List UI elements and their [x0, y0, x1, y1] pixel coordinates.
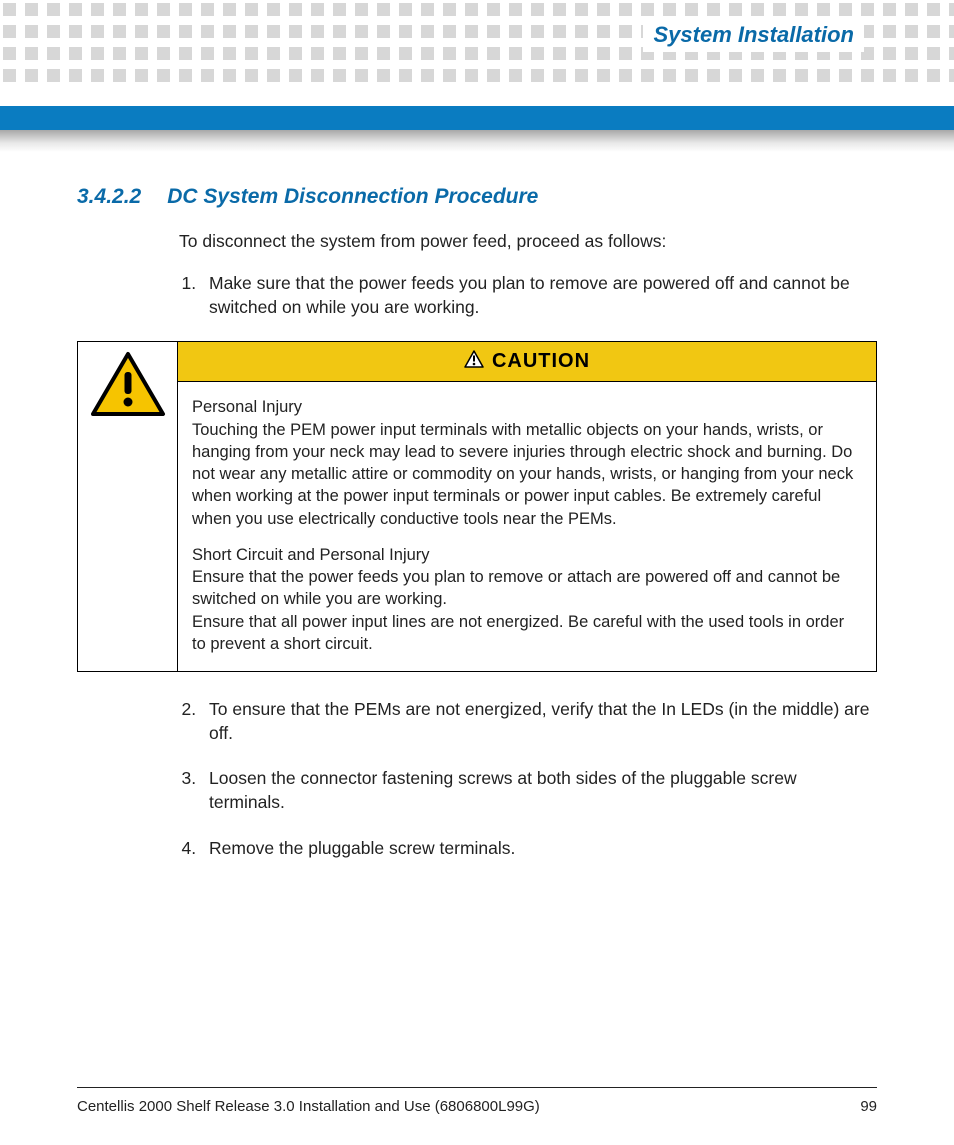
- step-4: Remove the pluggable screw terminals.: [201, 837, 877, 861]
- step-3: Loosen the connector fastening screws at…: [201, 767, 877, 814]
- step-1: Make sure that the power feeds you plan …: [201, 272, 877, 319]
- header-blue-bar: [0, 106, 954, 130]
- caution-header-bar: CAUTION: [178, 342, 876, 382]
- footer-doc-title: Centellis 2000 Shelf Release 3.0 Install…: [77, 1098, 540, 1115]
- caution-box: CAUTION Personal Injury Touching the PEM…: [77, 341, 877, 672]
- caution-body: Personal Injury Touching the PEM power i…: [178, 382, 876, 671]
- section-intro: To disconnect the system from power feed…: [179, 231, 877, 252]
- header-gradient-bar: [0, 130, 954, 152]
- step-2: To ensure that the PEMs are not energize…: [201, 698, 877, 745]
- caution-p1-title: Personal Injury: [192, 398, 302, 416]
- footer-page-number: 99: [860, 1098, 877, 1115]
- section-number: 3.4.2.2: [77, 185, 141, 209]
- caution-p2-body-b: Ensure that all power input lines are no…: [192, 613, 844, 653]
- caution-label: CAUTION: [492, 350, 590, 373]
- warning-small-icon: [464, 350, 484, 373]
- caution-p2-title: Short Circuit and Personal Injury: [192, 546, 430, 564]
- caution-p2-body-a: Ensure that the power feeds you plan to …: [192, 568, 840, 608]
- caution-p1-body: Touching the PEM power input terminals w…: [192, 421, 853, 528]
- section-title: DC System Disconnection Procedure: [167, 185, 538, 209]
- running-header-title: System Installation: [643, 18, 864, 52]
- warning-triangle-icon: [89, 350, 167, 425]
